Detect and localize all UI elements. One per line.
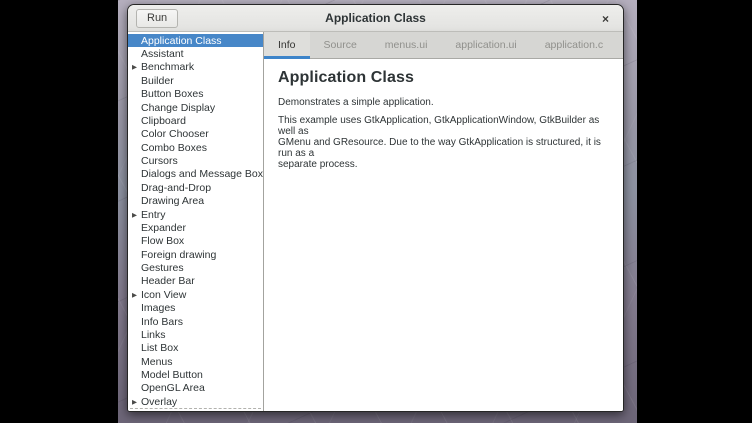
description-line: This example uses GtkApplication, GtkApp…	[278, 115, 609, 137]
tab-info[interactable]: Info	[264, 32, 310, 58]
list-item[interactable]: OpenGL Area	[128, 382, 263, 395]
list-item-label: Benchmark	[141, 61, 194, 73]
list-item-label: Clipboard	[141, 115, 186, 127]
list-item[interactable]: Expander	[128, 221, 263, 234]
list-item[interactable]: ▶Overlay	[128, 395, 263, 408]
scroll-undershoot-indicator	[130, 408, 261, 409]
list-item-label: Flow Box	[141, 235, 184, 247]
info-page: Application Class Demonstrates a simple …	[264, 59, 623, 411]
list-item-label: Info Bars	[141, 316, 183, 328]
list-item-label: Dialogs and Message Boxes	[141, 168, 264, 180]
expander-icon[interactable]: ▶	[128, 211, 141, 219]
list-item[interactable]: ▶Benchmark	[128, 61, 263, 74]
screen: Run Application Class × Application Clas…	[0, 0, 752, 423]
list-item[interactable]: Clipboard	[128, 114, 263, 127]
list-item-label: Combo Boxes	[141, 142, 207, 154]
close-icon[interactable]: ×	[598, 11, 613, 26]
list-item-label: Entry	[141, 209, 166, 221]
list-item[interactable]: Application Class	[128, 34, 263, 47]
list-item[interactable]: ▶Icon View	[128, 288, 263, 301]
list-item-label: List Box	[141, 342, 178, 354]
list-item[interactable]: Assistant	[128, 47, 263, 60]
list-item-label: Application Class	[141, 35, 222, 47]
page-title: Application Class	[278, 68, 609, 88]
window-body: Application ClassAssistant▶BenchmarkBuil…	[128, 32, 623, 411]
list-item[interactable]: Model Button	[128, 368, 263, 381]
list-item[interactable]: Gestures	[128, 261, 263, 274]
list-item[interactable]: Menus	[128, 355, 263, 368]
list-item[interactable]: Flow Box	[128, 235, 263, 248]
list-item[interactable]: List Box	[128, 342, 263, 355]
list-item[interactable]: Info Bars	[128, 315, 263, 328]
demo-summary: Demonstrates a simple application.	[278, 97, 609, 108]
list-item-label: Change Display	[141, 102, 215, 114]
expander-icon[interactable]: ▶	[128, 63, 141, 71]
list-item[interactable]: Change Display	[128, 101, 263, 114]
list-item-label: Drawing Area	[141, 195, 204, 207]
list-item-label: Gestures	[141, 262, 184, 274]
list-item-label: Foreign drawing	[141, 249, 216, 261]
tab-source[interactable]: Source	[310, 32, 371, 58]
window-title: Application Class	[128, 11, 623, 25]
description-line: separate process.	[278, 159, 609, 170]
list-item[interactable]: ▶Entry	[128, 208, 263, 221]
tab-application-c[interactable]: application.c	[531, 32, 617, 58]
list-item[interactable]: Links	[128, 328, 263, 341]
list-item[interactable]: Builder	[128, 74, 263, 87]
list-item-label: Overlay	[141, 396, 177, 408]
list-item-label: Drag-and-Drop	[141, 182, 211, 194]
list-item[interactable]: Header Bar	[128, 275, 263, 288]
list-item[interactable]: Combo Boxes	[128, 141, 263, 154]
list-item-label: Icon View	[141, 289, 186, 301]
expander-icon[interactable]: ▶	[128, 291, 141, 299]
list-item-label: Menus	[141, 356, 173, 368]
list-item-label: Color Chooser	[141, 128, 209, 140]
list-item-label: Images	[141, 302, 175, 314]
list-item-label: OpenGL Area	[141, 382, 205, 394]
run-button[interactable]: Run	[136, 9, 178, 28]
list-item-label: Header Bar	[141, 275, 195, 287]
list-item[interactable]: Button Boxes	[128, 88, 263, 101]
list-item-label: Links	[141, 329, 166, 341]
demo-description: This example uses GtkApplication, GtkApp…	[278, 115, 609, 170]
list-item-label: Model Button	[141, 369, 203, 381]
tab-menus-ui[interactable]: menus.ui	[371, 32, 442, 58]
description-line: GMenu and GResource. Due to the way GtkA…	[278, 137, 609, 159]
list-item[interactable]: Dialogs and Message Boxes	[128, 168, 263, 181]
content-area: InfoSourcemenus.uiapplication.uiapplicat…	[264, 32, 623, 411]
tab-application-ui[interactable]: application.ui	[441, 32, 530, 58]
gtk-demo-window: Run Application Class × Application Clas…	[127, 4, 624, 412]
list-item-label: Expander	[141, 222, 186, 234]
list-item-label: Button Boxes	[141, 88, 203, 100]
demo-list: Application ClassAssistant▶BenchmarkBuil…	[128, 32, 264, 411]
list-item[interactable]: Color Chooser	[128, 128, 263, 141]
expander-icon[interactable]: ▶	[128, 398, 141, 406]
list-item[interactable]: Cursors	[128, 154, 263, 167]
headerbar: Run Application Class ×	[128, 5, 623, 32]
list-item-label: Builder	[141, 75, 174, 87]
list-item-label: Assistant	[141, 48, 184, 60]
list-item[interactable]: Drag-and-Drop	[128, 181, 263, 194]
list-item-label: Cursors	[141, 155, 178, 167]
list-item[interactable]: Drawing Area	[128, 195, 263, 208]
notebook-tabbar: InfoSourcemenus.uiapplication.uiapplicat…	[264, 32, 623, 59]
list-item[interactable]: Foreign drawing	[128, 248, 263, 261]
list-item[interactable]: Images	[128, 302, 263, 315]
